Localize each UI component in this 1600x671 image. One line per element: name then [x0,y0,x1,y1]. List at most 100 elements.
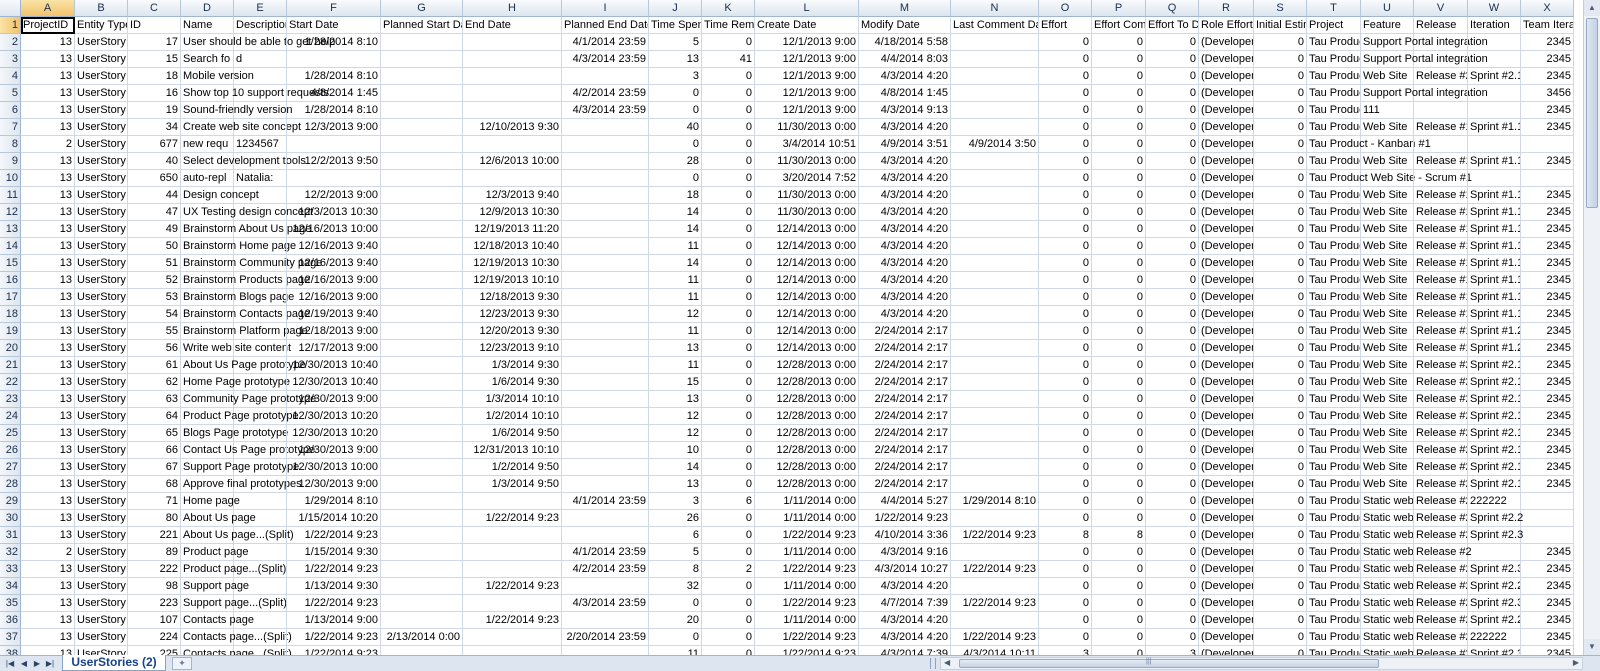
cell[interactable] [1468,102,1521,119]
header-cell[interactable]: Planned Start Date [381,17,463,34]
cell[interactable]: 41 [702,51,755,68]
cell[interactable]: new requ [181,136,234,153]
cell[interactable]: 4/1/2014 23:59 [562,34,649,51]
cell[interactable]: 0 [1092,153,1146,170]
cell[interactable] [951,425,1039,442]
cell[interactable]: Tau Product Web Site - Scrum #1 [1307,170,1472,187]
cell[interactable]: 1/28/2014 8:10 [287,34,381,51]
cell[interactable]: Sprint #1.1 [1468,289,1521,306]
cell[interactable]: Tau Product [1307,357,1361,374]
cell[interactable]: 34 [128,119,181,136]
cell[interactable]: Support Page prototype [181,459,299,476]
cell[interactable]: 1/6/2014 9:30 [463,374,562,391]
column-header-f[interactable]: F [287,0,381,17]
cell[interactable]: 0 [1254,391,1307,408]
cell[interactable]: 0 [702,323,755,340]
cell[interactable] [1361,136,1414,153]
cell[interactable]: 1/22/2014 9:23 [287,629,381,646]
header-cell[interactable]: Time Remaining [702,17,755,34]
cell[interactable] [951,119,1039,136]
cell[interactable]: Design concept [181,187,259,204]
cell[interactable]: 6 [702,493,755,510]
header-cell[interactable]: Planned End Date [562,17,649,34]
cell[interactable]: UserStory [75,544,128,561]
cell[interactable]: 2/24/2014 2:17 [859,374,951,391]
cell[interactable]: 1/22/2014 9:23 [463,612,562,629]
cell[interactable] [381,425,463,442]
cell[interactable] [562,578,649,595]
cell[interactable]: Release #2 [1414,442,1468,459]
cell[interactable]: 0 [1092,476,1146,493]
cell[interactable]: Release #2 [1414,425,1468,442]
cell[interactable]: 0 [1146,51,1199,68]
cell[interactable]: 4/3/2014 4:20 [859,68,951,85]
cell[interactable]: 2345 [1521,340,1574,357]
cell[interactable]: 17 [128,34,181,51]
cell[interactable]: (Developer) [1199,170,1254,187]
row-header[interactable]: 14 [0,238,21,255]
cell[interactable] [381,221,463,238]
cell[interactable] [234,629,287,646]
scroll-right-icon[interactable]: ▶ [1573,658,1579,667]
cell[interactable]: 0 [1254,374,1307,391]
cell[interactable]: (Developer) [1199,238,1254,255]
cell[interactable]: 0 [702,289,755,306]
cell[interactable]: 4/3/2014 4:20 [859,153,951,170]
cell[interactable]: 2345 [1521,221,1574,238]
cell[interactable] [951,459,1039,476]
header-cell[interactable]: Name [181,17,234,34]
header-cell[interactable]: Entity Type [75,17,128,34]
cell[interactable]: 4/3/2014 4:20 [859,289,951,306]
cell[interactable] [951,578,1039,595]
cell[interactable]: 0 [702,68,755,85]
cell[interactable]: 2345 [1521,629,1574,646]
cell[interactable]: Sprint #2.1 [1468,408,1521,425]
cell[interactable]: Sprint #2.1 [1468,357,1521,374]
cell[interactable]: Tau Product [1307,272,1361,289]
row-header[interactable]: 28 [0,476,21,493]
cell[interactable]: UserStory [75,34,128,51]
column-header-a[interactable]: A [21,0,75,17]
cell[interactable] [562,238,649,255]
cell[interactable]: 0 [1092,425,1146,442]
cell[interactable]: Static web [1361,595,1414,612]
cell[interactable]: UserStory [75,578,128,595]
cell[interactable]: Tau Product [1307,204,1361,221]
cell[interactable]: Web Site [1361,238,1414,255]
cell[interactable]: Release #1 [1414,323,1468,340]
cell[interactable]: 1/11/2014 0:00 [755,612,859,629]
cell[interactable]: 50 [128,238,181,255]
cell[interactable]: 650 [128,170,181,187]
cell[interactable]: 4/2/2014 23:59 [562,85,649,102]
cell[interactable]: UserStory [75,527,128,544]
cell[interactable] [234,323,287,340]
cell[interactable]: UserStory [75,561,128,578]
cell[interactable]: 0 [1146,238,1199,255]
cell[interactable]: 12/18/2013 9:30 [463,289,562,306]
cell[interactable]: 12/16/2013 9:00 [287,289,381,306]
cell[interactable]: 0 [1254,527,1307,544]
cell[interactable]: Support Portal integration [1361,51,1488,68]
cell[interactable]: 0 [1146,85,1199,102]
cell[interactable]: 0 [1254,119,1307,136]
cell[interactable] [234,289,287,306]
cell[interactable] [381,51,463,68]
cell[interactable]: About Us page...(Split) [181,527,294,544]
header-cell[interactable]: Last Comment Date [951,17,1039,34]
cell[interactable] [234,357,287,374]
cell[interactable]: Brainstorm About Us page [181,221,311,238]
cell[interactable]: 12/14/2013 0:00 [755,289,859,306]
cell[interactable]: 13 [21,51,75,68]
cell[interactable]: (Developer) [1199,442,1254,459]
cell[interactable] [562,646,649,655]
cell[interactable]: 0 [702,170,755,187]
cell[interactable] [234,85,287,102]
cell[interactable]: 0 [702,646,755,655]
cell[interactable] [562,187,649,204]
cell[interactable]: (Developer) [1199,289,1254,306]
cell[interactable] [1414,34,1468,51]
column-header-g[interactable]: G [381,0,463,17]
cell[interactable]: 1/28/2014 8:10 [287,102,381,119]
cell[interactable]: Support Portal integration [1361,85,1488,102]
cell[interactable]: 12/28/2013 0:00 [755,357,859,374]
